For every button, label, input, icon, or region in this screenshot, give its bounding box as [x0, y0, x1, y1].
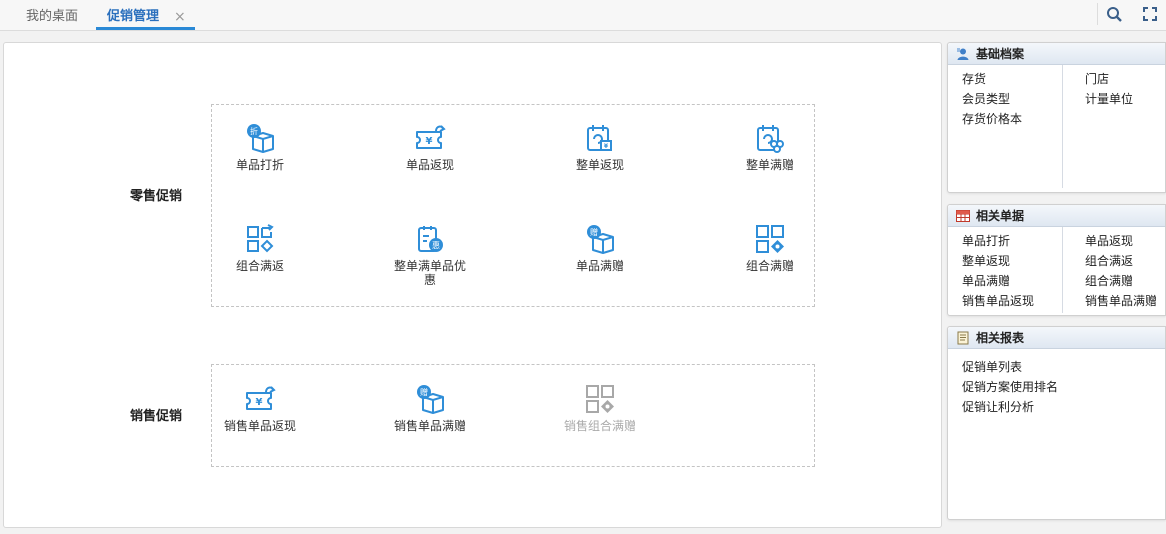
- sales-promotion-label: 销售促销: [130, 409, 183, 424]
- panel-title: 基础档案: [976, 47, 1025, 61]
- feature-order-gift[interactable]: 整单满赠: [720, 122, 820, 172]
- panel-title: 相关单据: [976, 209, 1025, 223]
- feature-item-cashback[interactable]: 单品返现: [380, 122, 480, 172]
- link-store[interactable]: 门店: [1085, 69, 1133, 89]
- panel-header: 相关单据: [948, 205, 1165, 227]
- svg-text:折: 折: [250, 126, 258, 136]
- feature-label: 组合满赠: [745, 259, 794, 273]
- order-gift-icon: [754, 122, 786, 154]
- order-item-discount-icon: 惠: [414, 223, 446, 255]
- feature-sales-item-cashback[interactable]: 销售单品返现: [210, 383, 310, 433]
- related-reports-panel: 相关报表 促销单列表 促销方案使用排名 促销让利分析: [947, 326, 1166, 520]
- search-icon[interactable]: [1102, 3, 1128, 25]
- combo-return-icon: [244, 223, 276, 255]
- feature-label: 整单满单品优惠: [393, 259, 466, 287]
- feature-order-item-discount[interactable]: 惠 整单满单品优惠: [380, 223, 480, 287]
- tab-label: 促销管理: [107, 9, 160, 24]
- feature-item-discount[interactable]: 折 单品打折: [210, 122, 310, 172]
- discount-box-icon: 折: [244, 122, 276, 154]
- feature-sales-combo-gift: 销售组合满赠: [550, 383, 650, 433]
- link-doc[interactable]: 销售单品返现: [962, 291, 1034, 311]
- user-icon: [957, 48, 969, 60]
- basic-archive-panel: 基础档案 存货 会员类型 存货价格本 门店 计量单位: [947, 42, 1166, 193]
- cashback-ticket-icon: [244, 383, 276, 415]
- link-member-type[interactable]: 会员类型: [962, 89, 1022, 109]
- fullscreen-icon[interactable]: [1137, 3, 1163, 25]
- feature-label: 销售单品返现: [223, 419, 296, 433]
- feature-label: 整单满赠: [745, 158, 794, 172]
- cashback-ticket-icon: [414, 122, 446, 154]
- column-divider: [1062, 227, 1063, 313]
- item-gift-box-icon: 赠: [584, 223, 616, 255]
- panel-title: 相关报表: [976, 331, 1025, 345]
- close-icon[interactable]: ×: [174, 6, 186, 28]
- item-gift-box-icon: 赠: [414, 383, 446, 415]
- combo-gift-icon: [754, 223, 786, 255]
- combo-gift-icon: [584, 383, 616, 415]
- feature-label: 销售组合满赠: [563, 419, 636, 433]
- order-cashback-icon: [584, 122, 616, 154]
- feature-label: 组合满返: [235, 259, 284, 273]
- link-report[interactable]: 促销方案使用排名: [962, 377, 1058, 397]
- link-inventory[interactable]: 存货: [962, 69, 1022, 89]
- link-doc[interactable]: 组合满返: [1085, 251, 1157, 271]
- tab-bar: 我的桌面 促销管理 ×: [0, 0, 1166, 31]
- link-doc[interactable]: 销售单品满赠: [1085, 291, 1157, 311]
- toolbar-divider: [1097, 3, 1098, 25]
- feature-order-cashback[interactable]: 整单返现: [550, 122, 650, 172]
- svg-text:赠: 赠: [590, 227, 598, 237]
- report-icon: [957, 331, 969, 345]
- link-doc[interactable]: 单品返现: [1085, 231, 1157, 251]
- related-documents-panel: 相关单据 单品打折 整单返现 单品满赠 销售单品返现 单品返现 组合满返 组合满…: [947, 204, 1166, 316]
- feature-label: 整单返现: [575, 158, 624, 172]
- feature-item-gift[interactable]: 赠 单品满赠: [550, 223, 650, 273]
- feature-label: 单品返现: [405, 158, 454, 172]
- panel-header: 相关报表: [948, 327, 1165, 349]
- link-doc[interactable]: 整单返现: [962, 251, 1034, 271]
- table-icon: [956, 210, 970, 222]
- tab-home[interactable]: 我的桌面: [26, 6, 78, 30]
- panel-header: 基础档案: [948, 43, 1165, 65]
- feature-label: 单品满赠: [575, 259, 624, 273]
- link-unit[interactable]: 计量单位: [1085, 89, 1133, 109]
- retail-promotion-label: 零售促销: [130, 189, 183, 204]
- tab-promotion-management[interactable]: 促销管理 ×: [96, 6, 195, 30]
- column-divider: [1062, 65, 1063, 188]
- link-inventory-price-book[interactable]: 存货价格本: [962, 109, 1022, 129]
- link-doc[interactable]: 单品满赠: [962, 271, 1034, 291]
- feature-label: 销售单品满赠: [393, 419, 466, 433]
- link-report[interactable]: 促销单列表: [962, 357, 1058, 377]
- link-doc[interactable]: 组合满赠: [1085, 271, 1157, 291]
- promotion-main-panel: 零售促销 折 单品打折 单品返现 整单返现 整单满赠 组合满返 惠 整单满单品优…: [3, 42, 942, 528]
- svg-text:赠: 赠: [420, 387, 428, 397]
- feature-combo-return[interactable]: 组合满返: [210, 223, 310, 273]
- svg-text:惠: 惠: [432, 240, 440, 250]
- feature-label: 单品打折: [235, 158, 284, 172]
- link-report[interactable]: 促销让利分析: [962, 397, 1058, 417]
- feature-sales-item-gift[interactable]: 赠 销售单品满赠: [380, 383, 480, 433]
- feature-combo-gift[interactable]: 组合满赠: [720, 223, 820, 273]
- link-doc[interactable]: 单品打折: [962, 231, 1034, 251]
